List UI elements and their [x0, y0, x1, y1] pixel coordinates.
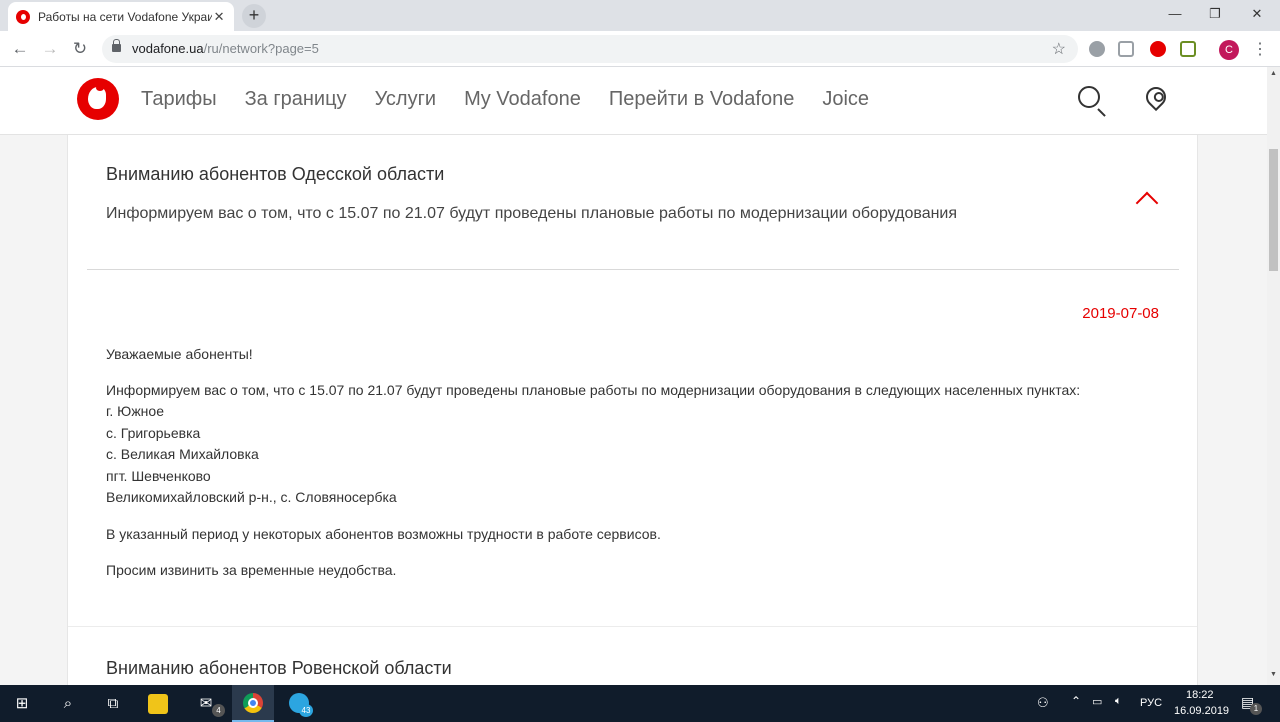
network-icon[interactable]: ▭ — [1092, 695, 1102, 708]
location-pin-icon[interactable] — [1141, 82, 1171, 112]
windows-taskbar: ⊞ ⌕ ⧉ ✉ 4 43 ⚇ ⌃ ▭ 🔈︎ РУС 18:22 16.09.20… — [0, 685, 1280, 722]
close-window-button[interactable]: ✕ — [1234, 0, 1280, 30]
article-apology: Просим извинить за временные неудобства. — [106, 562, 397, 578]
nav-item-abroad[interactable]: За границу — [245, 88, 347, 111]
place-item: с. Великая Михайловка — [106, 446, 259, 462]
article-title[interactable]: Вниманию абонентов Одесской области — [106, 164, 444, 185]
opera-extension-icon[interactable] — [1150, 41, 1166, 57]
vodafone-favicon-icon — [16, 9, 30, 24]
article-greeting: Уважаемые абоненты! — [106, 346, 253, 362]
people-icon[interactable]: ⚇ — [1037, 695, 1049, 711]
page-scrollbar[interactable]: ▲ ▼ — [1267, 67, 1280, 685]
reload-icon[interactable]: ↻ — [69, 38, 91, 60]
telegram-badge: 43 — [299, 704, 313, 717]
article-date: 2019-07-08 — [1082, 305, 1159, 322]
notifications-badge: 1 — [1250, 703, 1262, 715]
url-host: vodafone.ua — [132, 41, 204, 56]
nav-item-switch-to-vodafone[interactable]: Перейти в Vodafone — [609, 88, 795, 111]
nav-item-joice[interactable]: Joice — [822, 88, 869, 111]
browser-tab-strip: Работы на сети Vodafone Украина ✕ + — ❐ … — [0, 0, 1280, 31]
divider — [68, 626, 1197, 627]
scroll-up-arrow-icon[interactable]: ▲ — [1269, 70, 1278, 77]
nav-item-tariffs[interactable]: Тарифы — [141, 88, 217, 111]
forward-arrow-icon[interactable]: → — [39, 38, 61, 60]
vodafone-logo-icon[interactable] — [77, 78, 119, 120]
search-icon[interactable]: ⌕ — [57, 693, 79, 715]
news-list: Вниманию абонентов Одесской области Инфо… — [67, 135, 1198, 685]
divider — [87, 269, 1179, 270]
profile-avatar[interactable]: С — [1219, 40, 1239, 60]
nav-item-services[interactable]: Услуги — [375, 88, 437, 111]
next-article-title[interactable]: Вниманию абонентов Ровенской области — [106, 658, 452, 679]
browser-toolbar: ← → ↻ vodafone.ua/ru/network?page=5 ☆ С … — [0, 31, 1280, 67]
close-tab-icon[interactable]: ✕ — [212, 9, 226, 25]
cloud-extension-icon[interactable] — [1089, 41, 1105, 57]
task-view-icon[interactable]: ⧉ — [102, 693, 124, 715]
browser-tab[interactable]: Работы на сети Vodafone Украина ✕ — [8, 2, 234, 31]
scroll-thumb[interactable] — [1269, 149, 1278, 271]
place-item: г. Южное — [106, 403, 164, 419]
place-item: пгт. Шевченково — [106, 468, 211, 484]
search-icon[interactable] — [1078, 86, 1100, 108]
main-navigation: Тарифы За границу Услуги My Vodafone Пер… — [141, 88, 897, 111]
url-path: /ru/network?page=5 — [203, 41, 319, 56]
article-intro: Информируем вас о том, что с 15.07 по 21… — [106, 382, 1081, 398]
chrome-taskbar-icon[interactable] — [243, 693, 265, 715]
url-text: vodafone.ua/ru/network?page=5 — [132, 41, 319, 56]
volume-icon[interactable]: 🔈︎ — [1115, 695, 1122, 708]
article-note: В указанный период у некоторых абонентов… — [106, 526, 661, 542]
place-item: с. Григорьевка — [106, 425, 201, 441]
mail-badge: 4 — [212, 704, 225, 717]
shield-extension-icon[interactable] — [1118, 41, 1134, 57]
tab-title: Работы на сети Vodafone Украина — [38, 9, 213, 24]
chevron-up-icon[interactable] — [1135, 191, 1159, 215]
language-indicator[interactable]: РУС — [1140, 697, 1162, 709]
place-item: Великомихайловский р-н., с. Словяносербк… — [106, 489, 397, 505]
windows-start-icon[interactable]: ⊞ — [11, 693, 33, 715]
restore-button[interactable]: ❐ — [1192, 0, 1238, 30]
clock-date[interactable]: 16.09.2019 — [1174, 705, 1229, 717]
store-icon[interactable] — [148, 694, 168, 714]
tray-chevron-up-icon[interactable]: ⌃ — [1071, 694, 1081, 708]
nav-item-my-vodafone[interactable]: My Vodafone — [464, 88, 581, 111]
bookmark-star-icon[interactable]: ☆ — [1052, 39, 1066, 59]
scroll-down-arrow-icon[interactable]: ▼ — [1269, 671, 1278, 678]
pocket-extension-icon[interactable] — [1180, 41, 1196, 57]
clock-time[interactable]: 18:22 — [1186, 689, 1214, 701]
article-summary: Информируем вас о том, что с 15.07 по 21… — [106, 205, 958, 222]
back-arrow-icon[interactable]: ← — [9, 38, 31, 60]
new-tab-button[interactable]: + — [242, 4, 266, 28]
address-bar[interactable]: vodafone.ua/ru/network?page=5 ☆ — [102, 35, 1078, 63]
lock-icon — [112, 39, 121, 52]
site-header: Тарифы За границу Услуги My Vodafone Пер… — [0, 67, 1267, 135]
menu-kebab-icon[interactable]: ⋮ — [1252, 39, 1268, 59]
